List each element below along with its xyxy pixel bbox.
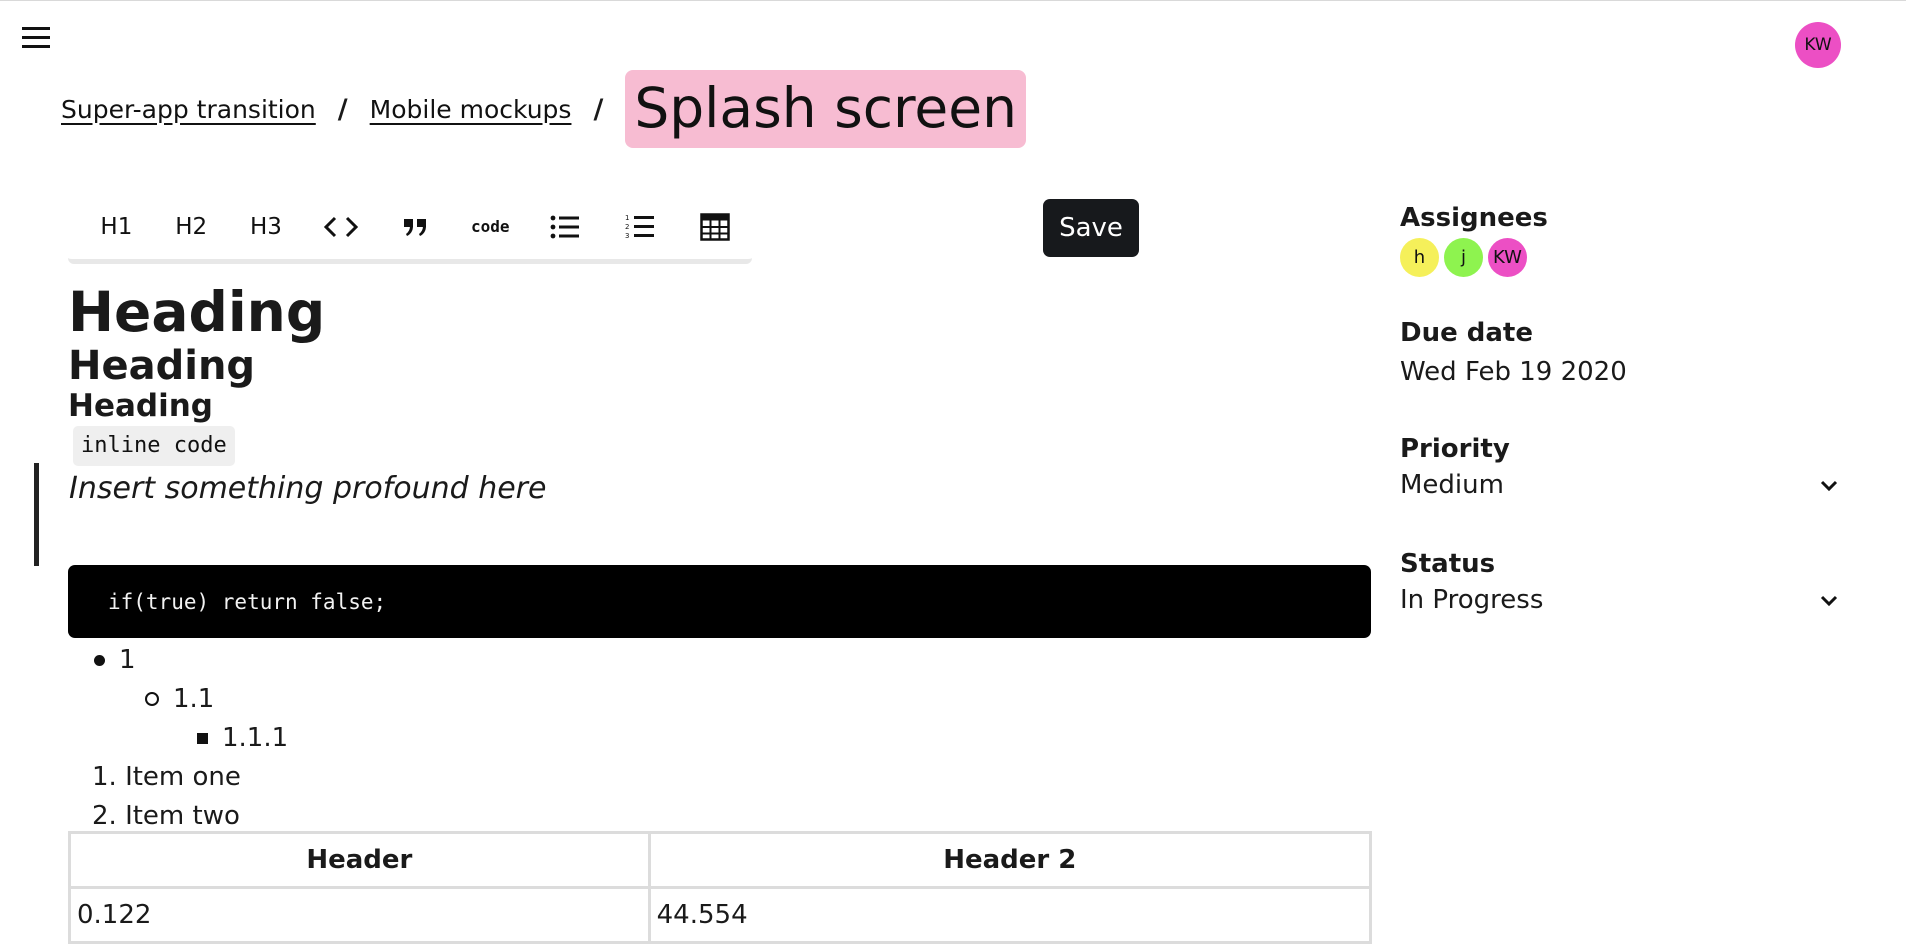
table-cell[interactable]: 0.122	[68, 886, 651, 944]
numbered-list-button[interactable]: 1 2 3	[602, 205, 677, 249]
status-value: In Progress	[1400, 585, 1544, 615]
editor-table: Header Header 2 0.122 44.554	[68, 831, 1373, 944]
square-bullet-icon	[197, 732, 208, 744]
svg-text:1: 1	[625, 214, 629, 222]
assignees-label: Assignees	[1400, 203, 1548, 233]
list-item-text: 1.1.1	[222, 723, 289, 753]
status-select[interactable]: In Progress	[1400, 585, 1840, 615]
heading1-button[interactable]: H1	[79, 205, 154, 249]
list-item-text: 1	[119, 645, 136, 675]
svg-text:3: 3	[625, 232, 629, 240]
ordered-list-item[interactable]: 2. Item two	[92, 797, 240, 835]
editor-heading-1[interactable]: Heading	[68, 279, 325, 345]
editor-blockquote[interactable]: Insert something profound here	[69, 469, 546, 509]
blockquote-bar	[34, 463, 39, 566]
blockquote-button[interactable]	[378, 205, 453, 249]
due-date-value[interactable]: Wed Feb 19 2020	[1400, 357, 1627, 387]
assignee-avatar[interactable]: KW	[1488, 238, 1527, 277]
editor-heading-3[interactable]: Heading	[68, 386, 213, 426]
code-block-button[interactable]: code	[453, 205, 528, 249]
editor-code-block[interactable]: if(true) return false;	[68, 565, 1371, 638]
chevron-down-icon	[1820, 480, 1838, 492]
disc-bullet-icon	[94, 654, 105, 666]
ordered-list-item[interactable]: 1. Item one	[92, 758, 241, 796]
code-inline-button[interactable]	[303, 205, 378, 249]
list-item-text: 2. Item two	[92, 801, 240, 831]
table-cell[interactable]: 44.554	[647, 886, 1373, 944]
due-date-label: Due date	[1400, 318, 1533, 348]
hamburger-menu-icon[interactable]	[22, 27, 54, 53]
list-item[interactable]: 1.1	[145, 680, 214, 718]
breadcrumb-link-epic[interactable]: Mobile mockups	[370, 95, 572, 124]
list-item[interactable]: 1.1.1	[197, 719, 288, 757]
list-item-text: 1. Item one	[92, 762, 241, 792]
table-header-cell[interactable]: Header	[68, 831, 651, 889]
table-icon	[699, 212, 730, 241]
table-row: 0.122 44.554	[68, 886, 1373, 944]
bullet-list-icon	[550, 215, 580, 238]
breadcrumb: Super-app transition / Mobile mockups / …	[61, 69, 1026, 149]
table-header-row: Header Header 2	[68, 831, 1373, 889]
quote-icon	[403, 218, 426, 236]
priority-select[interactable]: Medium	[1400, 470, 1840, 500]
circle-bullet-icon	[145, 692, 159, 706]
user-avatar[interactable]: KW	[1795, 22, 1841, 68]
svg-text:2: 2	[625, 223, 629, 231]
breadcrumb-separator: /	[593, 93, 604, 125]
priority-value: Medium	[1400, 470, 1504, 500]
editor-inline-code[interactable]: inline code	[73, 426, 235, 466]
bullet-list-button[interactable]	[528, 205, 603, 249]
editor-heading-2[interactable]: Heading	[68, 341, 255, 391]
save-button[interactable]: Save	[1043, 199, 1139, 257]
table-button[interactable]	[677, 205, 752, 249]
page-title[interactable]: Splash screen	[625, 70, 1026, 148]
angle-brackets-icon	[323, 216, 358, 237]
chevron-down-icon	[1820, 595, 1838, 607]
assignee-avatar[interactable]: j	[1444, 238, 1483, 277]
assignees-list: h j KW	[1400, 238, 1527, 277]
numbered-list-icon: 1 2 3	[625, 214, 654, 240]
breadcrumb-separator: /	[337, 93, 348, 125]
table-header-cell[interactable]: Header 2	[647, 831, 1373, 889]
heading2-button[interactable]: H2	[154, 205, 229, 249]
priority-label: Priority	[1400, 434, 1510, 464]
editor-toolbar: H1 H2 H3 code 1 2 3	[68, 194, 752, 264]
code-block-text: if(true) return false;	[108, 589, 387, 614]
assignee-avatar[interactable]: h	[1400, 238, 1439, 277]
heading3-button[interactable]: H3	[229, 205, 304, 249]
list-item-text: 1.1	[173, 684, 215, 714]
breadcrumb-link-project[interactable]: Super-app transition	[61, 95, 316, 124]
status-label: Status	[1400, 549, 1496, 579]
list-item[interactable]: 1	[94, 641, 136, 679]
